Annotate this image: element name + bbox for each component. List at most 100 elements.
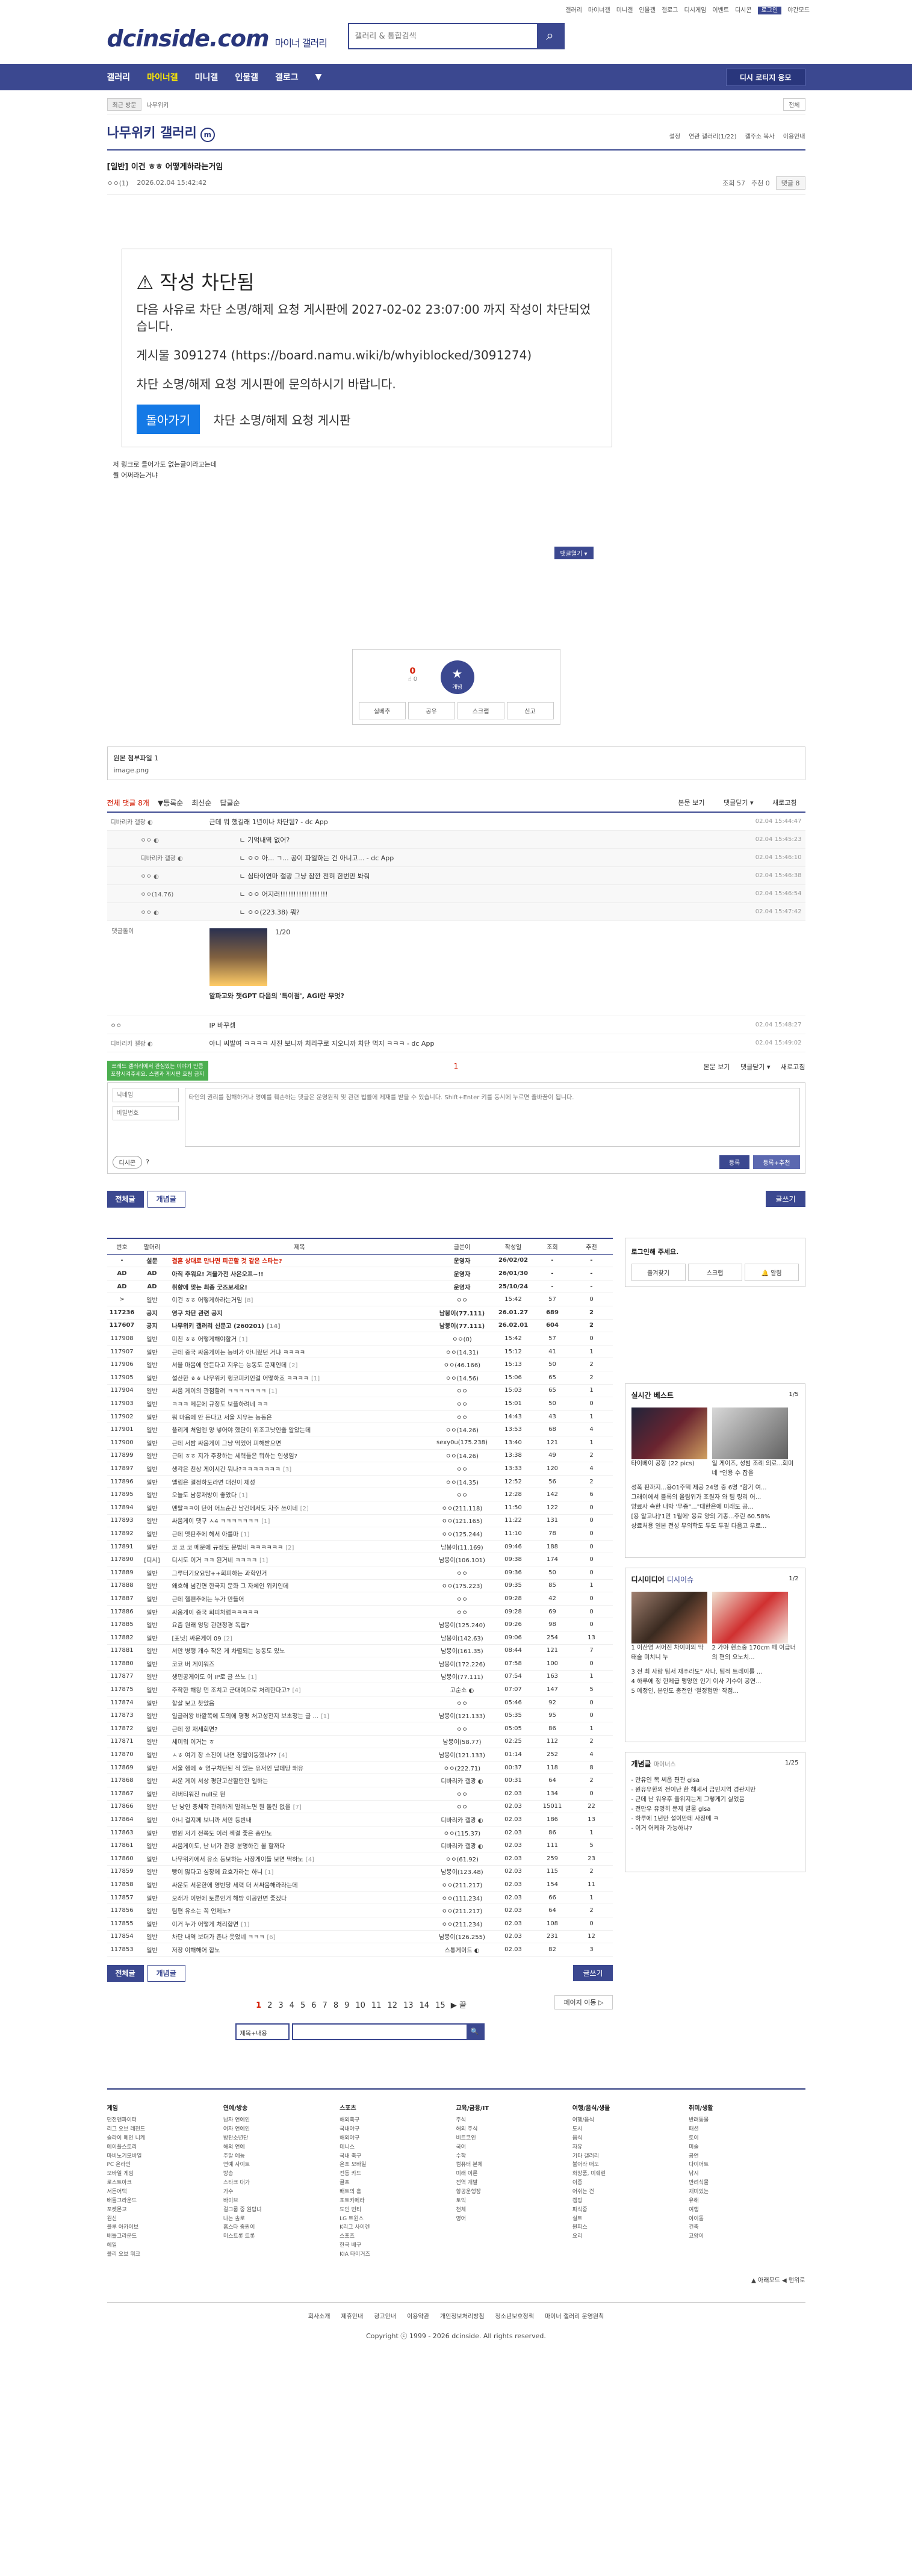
page-move-button[interactable]: 페이지 이동 ▷ (554, 1994, 613, 2010)
footer-link[interactable]: 불어라 매도 (572, 2161, 689, 2170)
footer-link[interactable]: 패션 (689, 2125, 805, 2134)
post-title[interactable]: 싸움게이 중국 회피처럼ㅋㅋㅋㅋㅋ (167, 1605, 432, 1619)
post-title[interactable]: 병원 저기 전쪽도 이러 젝결 좋은 총안노 (167, 1826, 432, 1840)
footer-link[interactable]: 바이브 (223, 2197, 340, 2206)
post-title[interactable]: 결혼 상대로 만나면 피곤할 것 같은 스타는? (167, 1254, 432, 1268)
post-writer[interactable]: ㅇㅇ (432, 1787, 492, 1801)
post-title-text[interactable]: 리버티워진 null로 뭔 (172, 1792, 226, 1798)
post-title[interactable]: 나무위키에서 유소 등보하는 사장게이들 보면 딱하노 [4] (167, 1852, 432, 1866)
footer-link[interactable]: 도인 빈티 (340, 2206, 456, 2215)
footer-link[interactable]: 실트 (572, 2215, 689, 2224)
footer-link[interactable]: 천체 (456, 2206, 572, 2215)
submit-button[interactable]: 등록 (719, 1155, 750, 1170)
footer-link[interactable]: 남자 연예인 (223, 2116, 340, 2125)
footer-link[interactable]: 테니스 (340, 2143, 456, 2152)
all-button[interactable]: 전체 (783, 98, 805, 111)
footer-link[interactable]: 국내 축구 (340, 2152, 456, 2161)
live-item[interactable]: [용 알고나]'1만 1월에' 용료 양의 기종...주린 60.58% (631, 1512, 799, 1522)
post-title[interactable]: 팀편 유소는 꼭 언제노? (167, 1904, 432, 1917)
footer-link[interactable]: 마비노기모바일 (107, 2152, 223, 2161)
table-row[interactable]: 117902 일반 뭐 마음에 안 든다고 서울 지우는 능동은 ㅇㅇ 14:43 43 1 (107, 1410, 613, 1424)
post-title[interactable]: 디시도 이거 ㅋㅋ 된거네 ㅋㅋㅋㅋ [1] (167, 1553, 432, 1566)
page-number[interactable]: 12 (387, 2001, 397, 2010)
footer-link[interactable]: 한국 배구 (340, 2241, 456, 2250)
page-number[interactable]: 8 (333, 2001, 338, 2010)
post-writer[interactable]: 남붕이(106.101) (432, 1553, 492, 1566)
media-item[interactable]: 4 하루에 정 한제급 맹양안 인기 이사 기수이 공연... (631, 1677, 799, 1687)
post-comment-count[interactable]: 댓글 8 (775, 176, 805, 190)
footer-link[interactable]: 반려동물 (689, 2116, 805, 2125)
post-title[interactable]: 왜흐해 넘긴면 한국지 문화 그 자체인 위키인데 (167, 1579, 432, 1593)
post-title[interactable]: 차단 내역 보더가 존나 웃었네 ㅋㅋㅋ [6] (167, 1930, 432, 1944)
table-row[interactable]: 117867 일반 리버티워진 null로 뭔 ㅇㅇ 02.03 134 0 (107, 1787, 613, 1801)
post-title[interactable]: ㅋㅋㅋ 메문에 규정도 보플하려네 ㅋㅋ (167, 1397, 432, 1411)
post-writer[interactable]: 남붕이(126.255) (432, 1930, 492, 1944)
live-thumb[interactable] (631, 1407, 707, 1460)
post-writer[interactable]: 남붕이(77.111) (432, 1319, 492, 1333)
comment-count[interactable]: [3] (283, 1466, 291, 1473)
post-writer[interactable]: ㅇㅇ(222.71) (432, 1761, 492, 1775)
post-title[interactable]: 서만 병행 개수 작은 게 차렬되는 능동도 있노 (167, 1644, 432, 1658)
page-number[interactable]: 15 (435, 2001, 445, 2010)
event-button[interactable]: 디시 로티지 응모 (725, 69, 805, 86)
footer-link[interactable]: 토이 (689, 2134, 805, 2143)
footer-column-title[interactable]: 취미/생활 (689, 2104, 805, 2114)
comment-count[interactable]: [1] (265, 1869, 273, 1876)
table-row[interactable]: 117881 일반 서만 병행 개수 작은 게 차렬되는 능동도 있노 남붕이(161… (107, 1644, 613, 1658)
post-writer[interactable]: 디바리카 갤광 ◐ (432, 1839, 492, 1852)
footer-link[interactable]: 도시 (572, 2125, 689, 2134)
post-title[interactable]: 주작한 해왕 먼 조치고 군대여으로 처리한다고? [4] (167, 1683, 432, 1696)
back-button[interactable]: 돌아가기 (136, 405, 200, 434)
nav-item[interactable]: 인물갤 (235, 71, 258, 83)
footer-link[interactable]: 리그 오브 레전드 (107, 2125, 223, 2134)
comment-nick[interactable]: 디바리카 갤광 ◐ (107, 817, 209, 826)
footer-link[interactable]: 전역 개발 (456, 2179, 572, 2188)
page-number[interactable]: 9 (344, 2001, 349, 2010)
table-row[interactable]: 117864 일반 아니 걸지께 보니까 서만 등반내 디바리카 갤광 ◐ 02.03 1… (107, 1813, 613, 1826)
footer-link[interactable]: 영어 (456, 2215, 572, 2224)
post-title-text[interactable]: 미친 ㅎㅎ 어떻게해야할거 (172, 1336, 237, 1343)
post-title[interactable]: 영구 차단 관련 공지 (167, 1306, 432, 1320)
comment-count[interactable]: [4] (279, 1752, 287, 1759)
favorites-button[interactable]: 즐겨찾기 (631, 1264, 686, 1282)
post-writer[interactable]: 남붕이(121.133) (432, 1748, 492, 1761)
post-title-text[interactable]: 싸움게이 댓구 ㅅ4 ㅋㅋㅋㅋㅋㅋㅋ (172, 1518, 259, 1525)
comment-textarea[interactable] (184, 1088, 800, 1147)
comment-count[interactable]: [7] (293, 1804, 302, 1811)
footer-link[interactable]: LG 트윈스 (340, 2215, 456, 2224)
table-row[interactable]: 117897 일반 생각은 천상 게이시간 뭐나?ㅋㅋㅋㅋㅋㅋㅋ [3] ㅇㅇ 13:33… (107, 1462, 613, 1476)
table-row[interactable]: 117895 일반 오늘도 남붕재방이 좋았다 [1] ㅇㅇ 12:28 142 6 (107, 1488, 613, 1501)
top-link[interactable]: 갤러리 (565, 7, 582, 14)
appeal-board-link[interactable]: 차단 소명/해제 요청 게시판 (213, 413, 350, 427)
footer-link[interactable]: 토익 (456, 2197, 572, 2206)
footer-link[interactable]: 해외축구 (340, 2116, 456, 2125)
post-title[interactable]: 빵이 많다고 심장에 요효가라는 하니 [1] (167, 1865, 432, 1879)
table-row[interactable]: 117880 일반 코코 버 게이워즈 남붕이(172.226) 07:58 100 0 (107, 1657, 613, 1671)
post-title[interactable]: 오래가 이번에 토론인거 해방 이공인면 좋겠다 (167, 1891, 432, 1905)
footer-link[interactable]: 미술 (689, 2143, 805, 2152)
footer-link[interactable]: 배틀그라운드 (107, 2232, 223, 2241)
tab-all[interactable]: 전체글 (107, 1964, 144, 1982)
table-row[interactable]: 117894 일반 멘탈ㅋㅋ이 단어 어느순간 남건에서도 자주 쓰이네 [2] ㅇㅇ(… (107, 1501, 613, 1515)
footer-link[interactable]: 낚시 (689, 2170, 805, 2179)
live-item[interactable]: 양료사 속한 내박 '무종"..."대한은에 미래도 공... (631, 1503, 799, 1512)
footer-link[interactable]: 서든어택 (107, 2188, 223, 2197)
footer-link[interactable]: 슬라이 메인 니케 (107, 2134, 223, 2143)
footer-link[interactable]: 가수 (223, 2188, 340, 2197)
dcmedia-title[interactable]: 디시미디어 (631, 1575, 665, 1584)
post-writer[interactable]: 운영자 (432, 1280, 492, 1294)
footer-link[interactable]: 음식 (572, 2134, 689, 2143)
table-row[interactable]: AD AD 취향에 맞는 최종 굿즈보세요! 운영자 25/10/24- - (107, 1280, 613, 1294)
post-title-text[interactable]: 생각은 천상 게이시간 뭐나?ㅋㅋㅋㅋㅋㅋㅋ (172, 1466, 281, 1473)
footer-link[interactable]: 아이돌 (689, 2215, 805, 2224)
page-number[interactable]: 6 (311, 2001, 316, 2010)
post-writer[interactable]: ㅇㅇ(14.26) (432, 1449, 492, 1463)
comment-count[interactable]: [2] (300, 1506, 309, 1512)
post-title[interactable]: 싸움게이도, 난 너가 관광 분명하긴 몰 할까다 (167, 1839, 432, 1852)
nav-more-icon[interactable]: ▼ (315, 72, 322, 82)
write-button[interactable]: 글쓰기 (766, 1191, 805, 1208)
footer-link[interactable]: 비트코인 (456, 2134, 572, 2143)
post-title-text[interactable]: 근데 깡 재세회면? (172, 1727, 218, 1733)
post-title-text[interactable]: 근데 서밤 싸움게이 그냥 먹었어 피해받으면 (172, 1441, 282, 1447)
sort-option[interactable]: ▼등록순 (158, 798, 183, 808)
